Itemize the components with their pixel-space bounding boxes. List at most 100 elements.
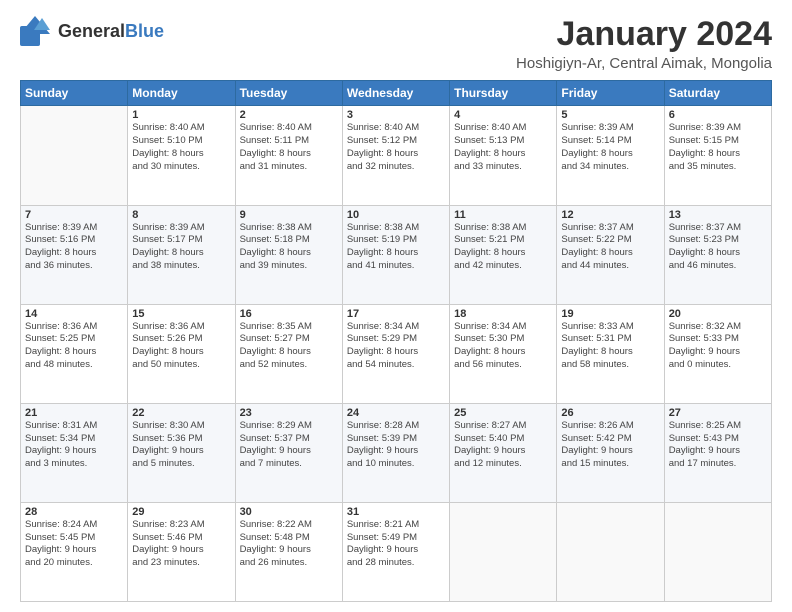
day-info: Sunrise: 8:39 AM Sunset: 5:16 PM Dayligh… (25, 222, 123, 273)
calendar-day-cell: 3Sunrise: 8:40 AM Sunset: 5:12 PM Daylig… (342, 106, 449, 205)
header: General Blue January 2024 Hoshigiyn-Ar, … (20, 16, 772, 72)
logo-area: General Blue (20, 16, 164, 46)
day-number: 21 (25, 407, 123, 419)
calendar-day-cell: 25Sunrise: 8:27 AM Sunset: 5:40 PM Dayli… (450, 403, 557, 502)
calendar-day-cell: 21Sunrise: 8:31 AM Sunset: 5:34 PM Dayli… (21, 403, 128, 502)
title-area: January 2024 Hoshigiyn-Ar, Central Aimak… (516, 16, 772, 72)
logo-text-blue: Blue (125, 21, 164, 42)
calendar-day-cell: 20Sunrise: 8:32 AM Sunset: 5:33 PM Dayli… (664, 304, 771, 403)
day-number: 16 (240, 308, 338, 320)
day-number: 5 (561, 109, 659, 121)
day-info: Sunrise: 8:36 AM Sunset: 5:26 PM Dayligh… (132, 321, 230, 372)
calendar-week-row: 14Sunrise: 8:36 AM Sunset: 5:25 PM Dayli… (21, 304, 772, 403)
day-info: Sunrise: 8:36 AM Sunset: 5:25 PM Dayligh… (25, 321, 123, 372)
day-number: 2 (240, 109, 338, 121)
day-info: Sunrise: 8:25 AM Sunset: 5:43 PM Dayligh… (669, 420, 767, 471)
calendar-day-cell: 18Sunrise: 8:34 AM Sunset: 5:30 PM Dayli… (450, 304, 557, 403)
day-number: 13 (669, 209, 767, 221)
calendar-day-cell: 6Sunrise: 8:39 AM Sunset: 5:15 PM Daylig… (664, 106, 771, 205)
calendar-day-cell: 4Sunrise: 8:40 AM Sunset: 5:13 PM Daylig… (450, 106, 557, 205)
calendar-day-cell: 19Sunrise: 8:33 AM Sunset: 5:31 PM Dayli… (557, 304, 664, 403)
calendar-day-cell: 9Sunrise: 8:38 AM Sunset: 5:18 PM Daylig… (235, 205, 342, 304)
day-info: Sunrise: 8:27 AM Sunset: 5:40 PM Dayligh… (454, 420, 552, 471)
calendar-day-cell: 7Sunrise: 8:39 AM Sunset: 5:16 PM Daylig… (21, 205, 128, 304)
calendar-week-row: 28Sunrise: 8:24 AM Sunset: 5:45 PM Dayli… (21, 502, 772, 601)
weekday-header-cell: Sunday (21, 81, 128, 106)
day-number: 12 (561, 209, 659, 221)
day-info: Sunrise: 8:34 AM Sunset: 5:29 PM Dayligh… (347, 321, 445, 372)
calendar-day-cell: 13Sunrise: 8:37 AM Sunset: 5:23 PM Dayli… (664, 205, 771, 304)
logo-icon (20, 16, 50, 46)
calendar-day-cell: 29Sunrise: 8:23 AM Sunset: 5:46 PM Dayli… (128, 502, 235, 601)
calendar-day-cell: 17Sunrise: 8:34 AM Sunset: 5:29 PM Dayli… (342, 304, 449, 403)
weekday-header-cell: Friday (557, 81, 664, 106)
calendar-day-cell: 11Sunrise: 8:38 AM Sunset: 5:21 PM Dayli… (450, 205, 557, 304)
calendar-day-cell (557, 502, 664, 601)
calendar-table: SundayMondayTuesdayWednesdayThursdayFrid… (20, 80, 772, 602)
calendar-day-cell: 30Sunrise: 8:22 AM Sunset: 5:48 PM Dayli… (235, 502, 342, 601)
day-number: 6 (669, 109, 767, 121)
day-number: 4 (454, 109, 552, 121)
calendar-day-cell: 27Sunrise: 8:25 AM Sunset: 5:43 PM Dayli… (664, 403, 771, 502)
calendar-day-cell (450, 502, 557, 601)
day-info: Sunrise: 8:23 AM Sunset: 5:46 PM Dayligh… (132, 519, 230, 570)
calendar-day-cell: 23Sunrise: 8:29 AM Sunset: 5:37 PM Dayli… (235, 403, 342, 502)
day-number: 22 (132, 407, 230, 419)
day-number: 20 (669, 308, 767, 320)
weekday-header: SundayMondayTuesdayWednesdayThursdayFrid… (21, 81, 772, 106)
day-number: 7 (25, 209, 123, 221)
calendar-day-cell: 8Sunrise: 8:39 AM Sunset: 5:17 PM Daylig… (128, 205, 235, 304)
day-info: Sunrise: 8:40 AM Sunset: 5:10 PM Dayligh… (132, 122, 230, 173)
calendar-day-cell (21, 106, 128, 205)
day-info: Sunrise: 8:28 AM Sunset: 5:39 PM Dayligh… (347, 420, 445, 471)
weekday-header-cell: Saturday (664, 81, 771, 106)
logo: General Blue (20, 16, 164, 46)
day-number: 26 (561, 407, 659, 419)
day-info: Sunrise: 8:32 AM Sunset: 5:33 PM Dayligh… (669, 321, 767, 372)
day-info: Sunrise: 8:34 AM Sunset: 5:30 PM Dayligh… (454, 321, 552, 372)
calendar-page: General Blue January 2024 Hoshigiyn-Ar, … (0, 0, 792, 612)
day-number: 29 (132, 506, 230, 518)
calendar-day-cell (664, 502, 771, 601)
day-info: Sunrise: 8:40 AM Sunset: 5:13 PM Dayligh… (454, 122, 552, 173)
day-number: 19 (561, 308, 659, 320)
day-info: Sunrise: 8:24 AM Sunset: 5:45 PM Dayligh… (25, 519, 123, 570)
day-number: 10 (347, 209, 445, 221)
day-info: Sunrise: 8:35 AM Sunset: 5:27 PM Dayligh… (240, 321, 338, 372)
calendar-title: January 2024 (516, 16, 772, 53)
calendar-day-cell: 26Sunrise: 8:26 AM Sunset: 5:42 PM Dayli… (557, 403, 664, 502)
day-info: Sunrise: 8:37 AM Sunset: 5:22 PM Dayligh… (561, 222, 659, 273)
day-number: 15 (132, 308, 230, 320)
calendar-week-row: 1Sunrise: 8:40 AM Sunset: 5:10 PM Daylig… (21, 106, 772, 205)
day-info: Sunrise: 8:40 AM Sunset: 5:11 PM Dayligh… (240, 122, 338, 173)
calendar-day-cell: 2Sunrise: 8:40 AM Sunset: 5:11 PM Daylig… (235, 106, 342, 205)
calendar-day-cell: 1Sunrise: 8:40 AM Sunset: 5:10 PM Daylig… (128, 106, 235, 205)
calendar-day-cell: 28Sunrise: 8:24 AM Sunset: 5:45 PM Dayli… (21, 502, 128, 601)
day-info: Sunrise: 8:21 AM Sunset: 5:49 PM Dayligh… (347, 519, 445, 570)
day-number: 9 (240, 209, 338, 221)
calendar-day-cell: 24Sunrise: 8:28 AM Sunset: 5:39 PM Dayli… (342, 403, 449, 502)
day-info: Sunrise: 8:39 AM Sunset: 5:15 PM Dayligh… (669, 122, 767, 173)
day-number: 18 (454, 308, 552, 320)
day-info: Sunrise: 8:38 AM Sunset: 5:19 PM Dayligh… (347, 222, 445, 273)
weekday-header-cell: Tuesday (235, 81, 342, 106)
day-info: Sunrise: 8:22 AM Sunset: 5:48 PM Dayligh… (240, 519, 338, 570)
calendar-day-cell: 15Sunrise: 8:36 AM Sunset: 5:26 PM Dayli… (128, 304, 235, 403)
day-info: Sunrise: 8:38 AM Sunset: 5:21 PM Dayligh… (454, 222, 552, 273)
day-number: 30 (240, 506, 338, 518)
day-info: Sunrise: 8:39 AM Sunset: 5:17 PM Dayligh… (132, 222, 230, 273)
day-number: 28 (25, 506, 123, 518)
day-info: Sunrise: 8:38 AM Sunset: 5:18 PM Dayligh… (240, 222, 338, 273)
day-number: 31 (347, 506, 445, 518)
weekday-header-cell: Wednesday (342, 81, 449, 106)
weekday-header-cell: Thursday (450, 81, 557, 106)
day-number: 11 (454, 209, 552, 221)
calendar-day-cell: 31Sunrise: 8:21 AM Sunset: 5:49 PM Dayli… (342, 502, 449, 601)
day-info: Sunrise: 8:39 AM Sunset: 5:14 PM Dayligh… (561, 122, 659, 173)
calendar-day-cell: 10Sunrise: 8:38 AM Sunset: 5:19 PM Dayli… (342, 205, 449, 304)
day-number: 8 (132, 209, 230, 221)
day-info: Sunrise: 8:30 AM Sunset: 5:36 PM Dayligh… (132, 420, 230, 471)
calendar-body: 1Sunrise: 8:40 AM Sunset: 5:10 PM Daylig… (21, 106, 772, 602)
day-number: 17 (347, 308, 445, 320)
day-info: Sunrise: 8:26 AM Sunset: 5:42 PM Dayligh… (561, 420, 659, 471)
